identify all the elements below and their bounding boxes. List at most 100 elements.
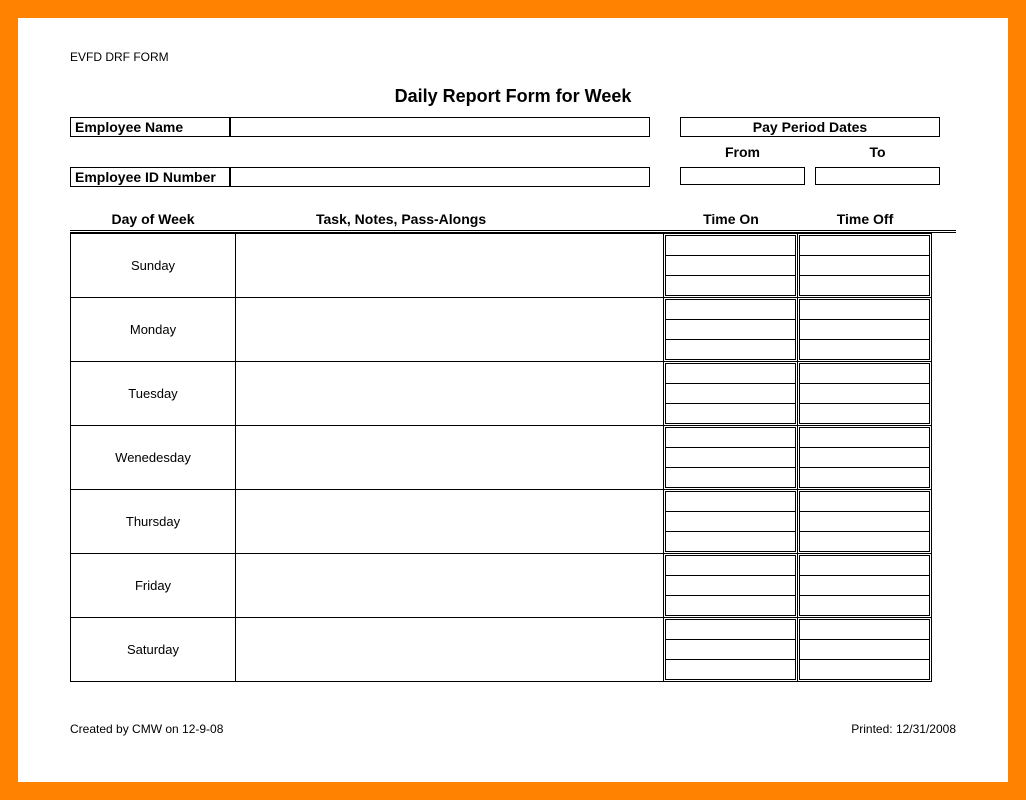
day-cell: Thursday [70, 489, 236, 554]
employee-name-label: Employee Name [70, 117, 230, 137]
from-to-labels: From To [680, 143, 940, 161]
time-slot[interactable] [799, 575, 930, 596]
time-slot[interactable] [665, 639, 796, 660]
time-slot[interactable] [665, 363, 796, 384]
time-slot[interactable] [665, 339, 796, 360]
time-slot[interactable] [799, 339, 930, 360]
day-row: Sunday [70, 233, 956, 298]
time-slot[interactable] [665, 619, 796, 640]
time-slot[interactable] [799, 275, 930, 296]
time-slot[interactable] [665, 595, 796, 616]
time-slot[interactable] [665, 427, 796, 448]
form-frame: EVFD DRF FORM Daily Report Form for Week… [0, 0, 1026, 800]
time-slot[interactable] [799, 511, 930, 532]
time-slot[interactable] [799, 403, 930, 424]
day-row: Friday [70, 553, 956, 618]
time-slot[interactable] [665, 531, 796, 552]
from-field[interactable] [680, 167, 805, 185]
time-slot[interactable] [665, 575, 796, 596]
time-on-cell[interactable] [664, 297, 798, 362]
day-cell: Tuesday [70, 361, 236, 426]
footer-created: Created by CMW on 12-9-08 [70, 722, 223, 736]
time-slot[interactable] [799, 639, 930, 660]
column-headers: Day of Week Task, Notes, Pass-Alongs Tim… [70, 211, 956, 233]
day-row: Thursday [70, 489, 956, 554]
time-slot[interactable] [799, 619, 930, 640]
day-row: Monday [70, 297, 956, 362]
time-slot[interactable] [799, 531, 930, 552]
time-off-cell[interactable] [798, 553, 932, 618]
hdr-time-off: Time Off [798, 211, 932, 227]
time-slot[interactable] [799, 467, 930, 488]
hdr-task: Task, Notes, Pass-Alongs [236, 211, 664, 227]
time-off-cell[interactable] [798, 489, 932, 554]
time-off-cell[interactable] [798, 297, 932, 362]
time-slot[interactable] [665, 555, 796, 576]
time-off-cell[interactable] [798, 617, 932, 682]
time-slot[interactable] [799, 363, 930, 384]
to-field[interactable] [815, 167, 940, 185]
time-on-cell[interactable] [664, 361, 798, 426]
time-slot[interactable] [665, 235, 796, 256]
time-slot[interactable] [665, 467, 796, 488]
day-cell: Friday [70, 553, 236, 618]
employee-name-field[interactable] [230, 117, 650, 137]
day-cell: Saturday [70, 617, 236, 682]
form-code: EVFD DRF FORM [70, 50, 956, 64]
time-slot[interactable] [665, 319, 796, 340]
time-slot[interactable] [799, 555, 930, 576]
time-slot[interactable] [799, 383, 930, 404]
page-title: Daily Report Form for Week [70, 86, 956, 107]
day-cell: Wenedesday [70, 425, 236, 490]
pay-period-label: Pay Period Dates [680, 117, 940, 137]
from-label: From [680, 143, 805, 161]
from-to-fields [680, 167, 940, 187]
time-off-cell[interactable] [798, 425, 932, 490]
time-slot[interactable] [665, 275, 796, 296]
time-slot[interactable] [799, 299, 930, 320]
time-off-cell[interactable] [798, 361, 932, 426]
footer: Created by CMW on 12-9-08 Printed: 12/31… [70, 722, 956, 736]
footer-printed: Printed: 12/31/2008 [851, 722, 956, 736]
time-slot[interactable] [799, 447, 930, 468]
time-slot[interactable] [665, 659, 796, 680]
time-on-cell[interactable] [664, 425, 798, 490]
employee-id-field[interactable] [230, 167, 650, 187]
time-slot[interactable] [799, 659, 930, 680]
task-cell[interactable] [236, 425, 664, 490]
time-on-cell[interactable] [664, 233, 798, 298]
header-section: Employee Name Pay Period Dates From To E… [70, 117, 956, 187]
hdr-day: Day of Week [70, 211, 236, 227]
time-slot[interactable] [665, 403, 796, 424]
time-on-cell[interactable] [664, 617, 798, 682]
day-cell: Monday [70, 297, 236, 362]
time-slot[interactable] [665, 491, 796, 512]
task-cell[interactable] [236, 617, 664, 682]
time-slot[interactable] [665, 383, 796, 404]
time-slot[interactable] [665, 255, 796, 276]
time-slot[interactable] [799, 235, 930, 256]
day-row: Wenedesday [70, 425, 956, 490]
time-on-cell[interactable] [664, 489, 798, 554]
employee-id-label: Employee ID Number [70, 167, 230, 187]
time-slot[interactable] [665, 299, 796, 320]
time-slot[interactable] [665, 447, 796, 468]
task-cell[interactable] [236, 361, 664, 426]
hdr-time-on: Time On [664, 211, 798, 227]
time-slot[interactable] [665, 511, 796, 532]
time-slot[interactable] [799, 491, 930, 512]
time-slot[interactable] [799, 255, 930, 276]
to-label: To [815, 143, 940, 161]
task-cell[interactable] [236, 553, 664, 618]
time-slot[interactable] [799, 595, 930, 616]
day-cell: Sunday [70, 233, 236, 298]
time-off-cell[interactable] [798, 233, 932, 298]
time-on-cell[interactable] [664, 553, 798, 618]
time-slot[interactable] [799, 319, 930, 340]
day-row: Tuesday [70, 361, 956, 426]
day-row: Saturday [70, 617, 956, 682]
task-cell[interactable] [236, 297, 664, 362]
task-cell[interactable] [236, 233, 664, 298]
time-slot[interactable] [799, 427, 930, 448]
task-cell[interactable] [236, 489, 664, 554]
